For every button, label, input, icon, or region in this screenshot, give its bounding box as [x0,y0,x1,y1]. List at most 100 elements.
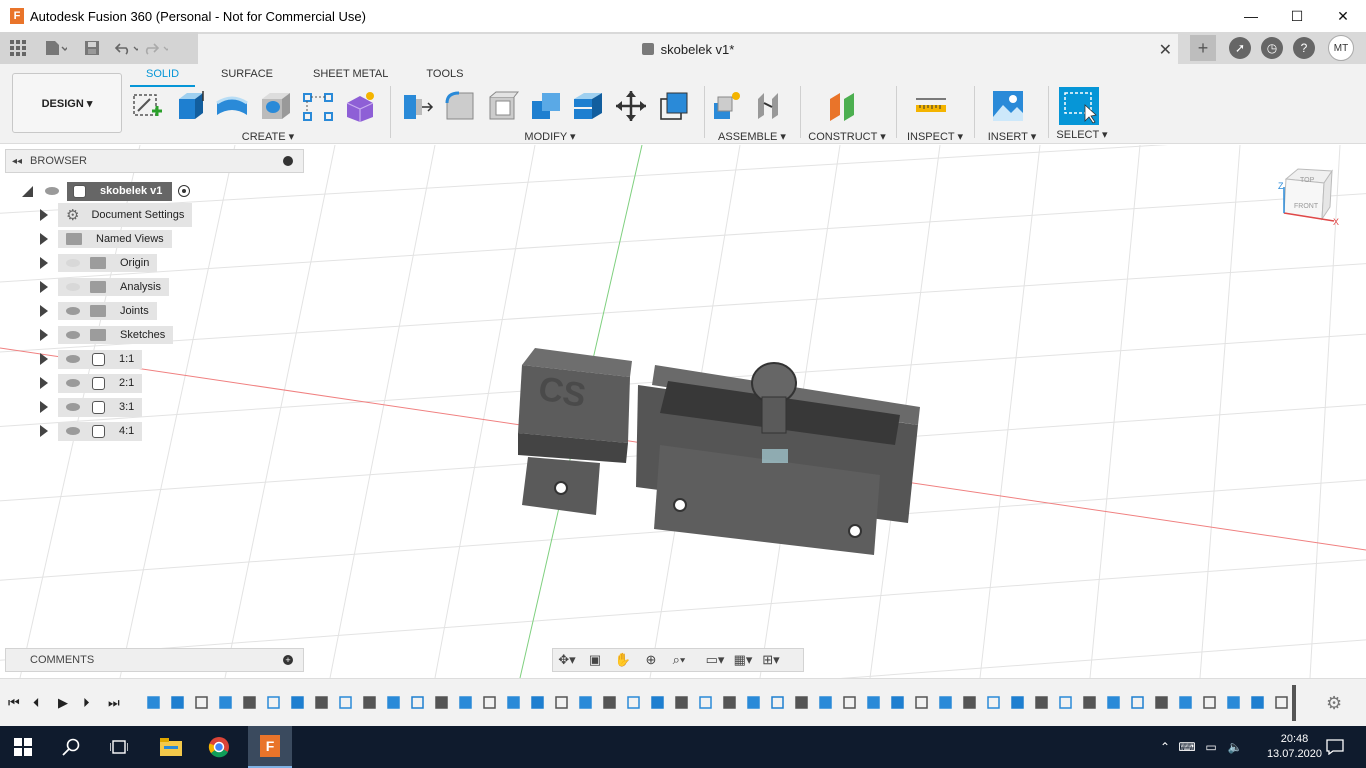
timeline-feature-icon[interactable] [746,694,762,710]
activate-radio-icon[interactable] [178,185,191,197]
expand-icon[interactable] [40,257,48,269]
timeline-feature-icon[interactable] [602,694,618,710]
create-group-label[interactable]: CREATE ▾ [150,130,386,143]
orbit-icon[interactable]: ✥▾ [553,652,581,668]
timeline-feature-icon[interactable] [842,694,858,710]
timeline-feature-icon[interactable] [1250,694,1266,710]
timeline-feature-icon[interactable] [242,694,258,710]
data-panel-grid-icon[interactable] [6,36,30,60]
assemble-group-label[interactable]: ASSEMBLE ▾ [710,130,794,143]
timeline-feature-icon[interactable] [506,694,522,710]
pattern-icon[interactable] [301,89,337,123]
timeline-feature-icon[interactable] [1130,694,1146,710]
timeline-feature-icon[interactable] [1202,694,1218,710]
visibility-eye-icon[interactable] [66,403,80,411]
new-component-icon[interactable] [710,89,745,123]
timeline-feature-icon[interactable] [410,694,426,710]
tree-item-analysis[interactable]: Analysis [40,276,169,298]
timeline-feature-icon[interactable] [698,694,714,710]
timeline-first-icon[interactable]: ⏮ [8,695,33,711]
visibility-eye-icon[interactable] [45,187,59,195]
timeline-feature-icon[interactable] [1178,694,1194,710]
system-clock[interactable]: 20:48 13.07.2020 [1267,732,1322,762]
zoom-icon[interactable]: ⊕ [637,652,665,668]
document-tab[interactable]: skobelek v1* ✕ [198,34,1178,64]
visibility-eye-icon[interactable] [66,379,80,387]
visibility-eye-icon[interactable] [66,307,80,315]
timeline-feature-icon[interactable] [218,694,234,710]
user-avatar[interactable]: MT [1328,35,1354,61]
create-form-icon[interactable] [343,89,379,123]
timeline-feature-icon[interactable] [938,694,954,710]
network-icon[interactable]: ▭ [1198,734,1224,760]
fit-icon[interactable]: ⌕▾ [665,652,693,668]
chrome-icon[interactable] [206,734,232,760]
timeline-feature-icon[interactable] [362,694,378,710]
extensions-icon[interactable]: ➚ [1229,37,1251,59]
save-icon[interactable] [80,36,104,60]
timeline-feature-icon[interactable] [1154,694,1170,710]
timeline-settings-gear-icon[interactable]: ⚙ [1326,693,1342,714]
timeline-last-icon[interactable]: ⏭ [108,695,133,711]
browser-panel-header[interactable]: ◂◂ BROWSER [5,149,304,173]
expand-icon[interactable] [40,353,48,365]
pan-hand-icon[interactable]: ✋ [609,652,637,668]
tree-item-component-4-1[interactable]: 4:1 [40,420,143,442]
visibility-eye-icon[interactable] [66,355,80,363]
insert-group-label[interactable]: INSERT ▾ [980,130,1044,143]
construct-group-label[interactable]: CONSTRUCT ▾ [808,130,886,143]
timeline-feature-icon[interactable] [794,694,810,710]
view-cube[interactable]: TOP FRONT Z X [1278,165,1340,227]
task-view-icon[interactable] [106,734,132,760]
visibility-eye-icon[interactable] [66,427,80,435]
measure-icon[interactable] [914,89,950,123]
timeline-feature-icon[interactable] [434,694,450,710]
undo-icon[interactable] [114,36,138,60]
hole-icon[interactable] [258,89,294,123]
tab-surface[interactable]: SURFACE [205,66,289,87]
inspect-group-label[interactable]: INSPECT ▾ [902,130,968,143]
collapse-browser-icon[interactable]: ◂◂ [12,156,22,167]
combine-icon[interactable] [529,89,565,123]
tree-item-named-views[interactable]: Named Views [40,228,172,250]
minimize-button[interactable]: — [1228,0,1274,32]
viewcube-front-label[interactable]: FRONT [1294,203,1318,210]
fillet-icon[interactable] [443,89,479,123]
expand-icon[interactable] [40,329,48,341]
tree-item-component-2-1[interactable]: 2:1 [40,372,143,394]
tree-item-document-settings[interactable]: ⚙ Document Settings [40,203,193,227]
tree-item-origin[interactable]: Origin [40,252,158,274]
browser-minimize-icon[interactable] [283,156,293,166]
expand-icon[interactable] [40,377,48,389]
root-component-label[interactable]: skobelek v1 [96,185,166,197]
tree-root[interactable]: skobelek v1 [22,180,191,202]
timeline-feature-icon[interactable] [914,694,930,710]
volume-icon[interactable]: 🔈 [1222,734,1248,760]
timeline-feature-icon[interactable] [530,694,546,710]
timeline-feature-icon[interactable] [1226,694,1242,710]
align-icon[interactable] [657,89,693,123]
timeline-feature-icon[interactable] [1082,694,1098,710]
help-icon[interactable]: ? [1293,37,1315,59]
timeline-feature-icon[interactable] [890,694,906,710]
close-button[interactable]: ✕ [1320,0,1366,32]
notifications-icon[interactable] [1322,734,1348,760]
redo-icon[interactable] [144,36,168,60]
shell-icon[interactable] [486,89,522,123]
hidden-eye-icon[interactable] [66,283,80,291]
expand-icon[interactable] [40,233,48,245]
modify-group-label[interactable]: MODIFY ▾ [400,130,700,143]
windows-start-icon[interactable] [10,734,36,760]
expand-icon[interactable] [40,305,48,317]
timeline-feature-icon[interactable] [146,694,162,710]
timeline-feature-icon[interactable] [314,694,330,710]
press-pull-icon[interactable] [400,89,436,123]
timeline-feature-icon[interactable] [266,694,282,710]
timeline-feature-icon[interactable] [650,694,666,710]
split-body-icon[interactable] [571,89,607,123]
joint-icon[interactable] [752,89,787,123]
timeline-feature-icon[interactable] [290,694,306,710]
timeline-feature-icon[interactable] [554,694,570,710]
expand-icon[interactable] [40,425,48,437]
tab-sheet-metal[interactable]: SHEET METAL [297,66,404,87]
